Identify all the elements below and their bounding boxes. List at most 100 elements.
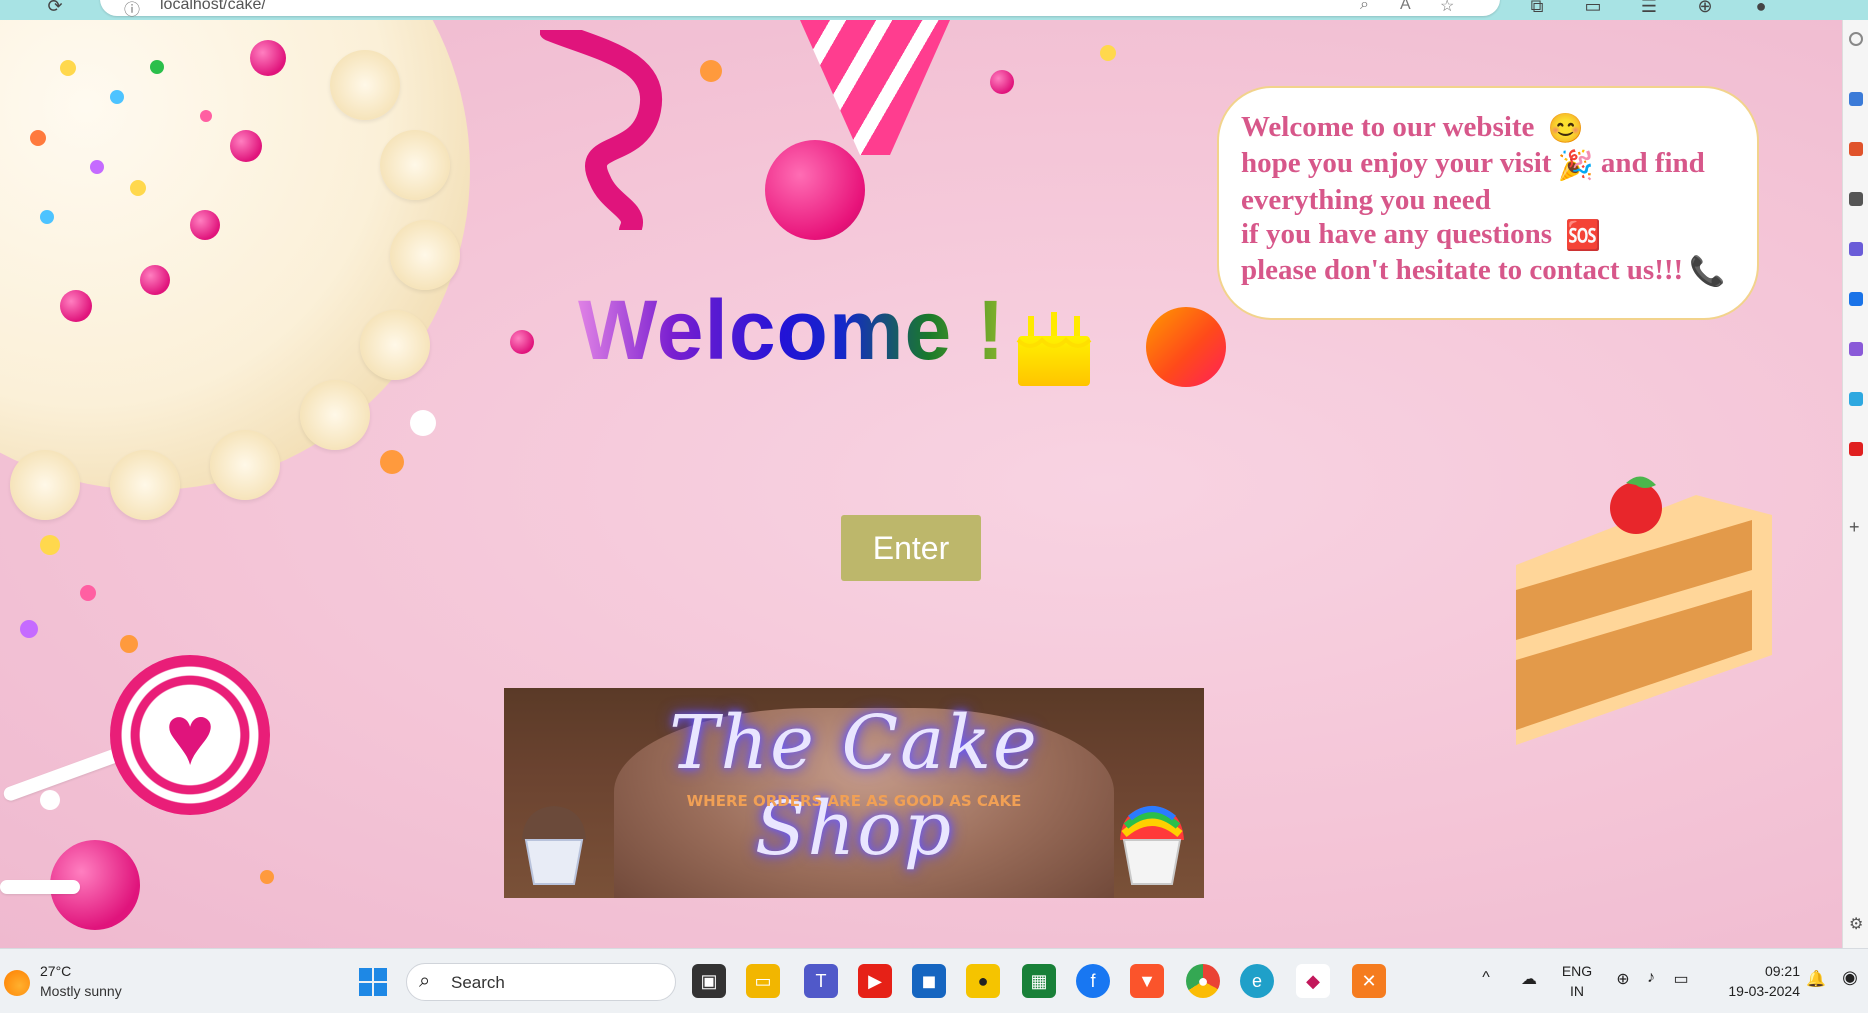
- info-icon[interactable]: ⓘ: [124, 0, 144, 19]
- search-icon: ⌕: [419, 970, 431, 992]
- add-icon[interactable]: +: [1849, 518, 1863, 536]
- favorites-icon[interactable]: ☰: [1638, 0, 1660, 16]
- sprinkle: [40, 535, 60, 555]
- classroom-icon[interactable]: ▦: [1022, 964, 1056, 998]
- read-aloud-icon[interactable]: A: [1400, 0, 1420, 16]
- onedrive-icon[interactable]: ☁: [1516, 969, 1542, 989]
- microsoft-store-icon[interactable]: ◼: [912, 964, 946, 998]
- party-hat-pompom: [765, 140, 865, 240]
- split-screen-icon[interactable]: ▭: [1582, 0, 1604, 16]
- bubble-line-4: if you have any questions: [1241, 217, 1553, 250]
- clock-time[interactable]: 09:21: [1710, 963, 1800, 979]
- sprinkle: [260, 870, 274, 884]
- drop-icon[interactable]: [1849, 392, 1863, 406]
- windows-taskbar: 27°C Mostly sunny ⌕ Search ▣ ▭ T ▶ ◼ ● ▦…: [0, 948, 1868, 1013]
- designer-icon[interactable]: [1849, 342, 1863, 356]
- input-language-top[interactable]: ENG: [1560, 963, 1594, 979]
- taskbar-search[interactable]: ⌕ Search: [406, 963, 676, 1001]
- zoom-icon[interactable]: ⌕: [1360, 0, 1380, 16]
- show-hidden-icons-icon[interactable]: ^: [1476, 969, 1496, 987]
- sprinkle: [150, 60, 164, 74]
- brave-browser-icon[interactable]: ▼: [1130, 964, 1164, 998]
- clock-date[interactable]: 19-03-2024: [1710, 983, 1800, 999]
- copilot-icon[interactable]: [1849, 92, 1863, 106]
- settings-icon[interactable]: ⚙: [1849, 917, 1863, 933]
- windows-start-icon[interactable]: [358, 967, 388, 997]
- sprinkle: [40, 790, 60, 810]
- file-explorer-icon[interactable]: ▭: [746, 964, 780, 998]
- youtube-icon[interactable]: [1849, 442, 1863, 456]
- frosting-swirl: [380, 130, 450, 200]
- cake-shop-banner: The Cake Shop WHERE ORDERS ARE AS GOOD A…: [504, 688, 1204, 898]
- search-placeholder: Search: [451, 973, 505, 992]
- profile-icon[interactable]: ●: [1750, 0, 1772, 16]
- smile-emoji-icon: 😊: [1547, 113, 1584, 146]
- candy-ball: [990, 70, 1014, 94]
- heart-icon: ♥: [165, 688, 215, 782]
- party-hat: [800, 20, 950, 155]
- network-icon[interactable]: ⊕: [1612, 969, 1634, 989]
- dev-tool-icon[interactable]: ◆: [1296, 964, 1330, 998]
- chrome-icon[interactable]: ●: [1186, 964, 1220, 998]
- sprinkle: [60, 60, 76, 76]
- candy-ball: [190, 210, 220, 240]
- sprinkle: [700, 60, 722, 82]
- search-icon[interactable]: [1849, 32, 1863, 46]
- welcome-heading: Welcome !: [578, 283, 1006, 377]
- frosting-swirl: [330, 50, 400, 120]
- sprinkle: [200, 110, 212, 122]
- sprinkle: [1100, 45, 1116, 61]
- facebook-icon[interactable]: f: [1076, 964, 1110, 998]
- bubble-line-2b: and find: [1600, 147, 1705, 180]
- sprinkle: [90, 160, 104, 174]
- notification-bell-icon[interactable]: 🔔: [1806, 969, 1826, 989]
- welcome-message-bubble: Welcome to our website 😊 hope you enjoy …: [1217, 86, 1759, 320]
- banner-subtitle: WHERE ORDERS ARE AS GOOD AS CAKE: [686, 792, 1022, 810]
- birthday-cake-icon: [1016, 312, 1092, 386]
- input-language-bottom[interactable]: IN: [1560, 983, 1594, 999]
- party-popper-icon: 🎉: [1557, 149, 1594, 182]
- favorite-star-icon[interactable]: ☆: [1440, 0, 1460, 16]
- xampp-icon[interactable]: ✕: [1352, 964, 1386, 998]
- youtube-app-icon[interactable]: ▶: [858, 964, 892, 998]
- frosting-swirl: [360, 310, 430, 380]
- phone-icon: 📞: [1689, 256, 1726, 289]
- weather-description[interactable]: Mostly sunny: [40, 983, 122, 999]
- refresh-icon[interactable]: ⟳: [44, 0, 66, 16]
- frosting-swirl: [110, 450, 180, 520]
- extensions-icon[interactable]: ⧉: [1526, 0, 1548, 16]
- bubble-line-3: everything you need: [1241, 183, 1491, 216]
- orange-circle-icon: [1146, 307, 1226, 387]
- ribbon-decoration: [540, 30, 663, 230]
- browser-toolbar: ⟳ ⓘ localhost/cake/ ⌕ A ☆ ⧉ ▭ ☰ ⊕ ●: [0, 0, 1868, 20]
- copilot-taskbar-icon[interactable]: ◉: [1836, 967, 1864, 988]
- url-text[interactable]: localhost/cake/: [160, 0, 266, 14]
- battery-icon[interactable]: ▭: [1670, 969, 1692, 989]
- rainbow-cupcake-icon: [1120, 806, 1184, 885]
- shopping-icon[interactable]: [1849, 142, 1863, 156]
- address-bar[interactable]: ⓘ localhost/cake/ ⌕ A ☆: [100, 0, 1500, 19]
- volume-icon[interactable]: ♪: [1640, 969, 1662, 987]
- edge-browser-icon[interactable]: e: [1240, 964, 1274, 998]
- task-view-icon[interactable]: ▣: [692, 964, 726, 998]
- teams-icon[interactable]: T: [804, 964, 838, 998]
- candy-ball: [60, 290, 92, 322]
- sprinkle: [130, 180, 146, 196]
- candy-ball: [140, 265, 170, 295]
- chat-app-icon[interactable]: ●: [966, 964, 1000, 998]
- sprinkle: [110, 90, 124, 104]
- enter-button[interactable]: Enter: [841, 515, 981, 581]
- page-viewport: ♥ Welcome ! Welcome to our website 😊 hop…: [0, 20, 1842, 948]
- browser-sidebar: + ⚙: [1842, 20, 1868, 948]
- outlook-icon[interactable]: [1849, 292, 1863, 306]
- sun-icon[interactable]: [4, 970, 30, 996]
- sprinkle: [380, 450, 404, 474]
- tools-icon[interactable]: [1849, 192, 1863, 206]
- frosting-swirl: [10, 450, 80, 520]
- weather-temperature[interactable]: 27°C: [40, 963, 71, 979]
- frosting-swirl: [390, 220, 460, 290]
- sprinkle: [20, 620, 38, 638]
- bubble-line-2: hope you enjoy your visit: [1241, 147, 1552, 180]
- games-icon[interactable]: [1849, 242, 1863, 256]
- collections-icon[interactable]: ⊕: [1694, 0, 1716, 16]
